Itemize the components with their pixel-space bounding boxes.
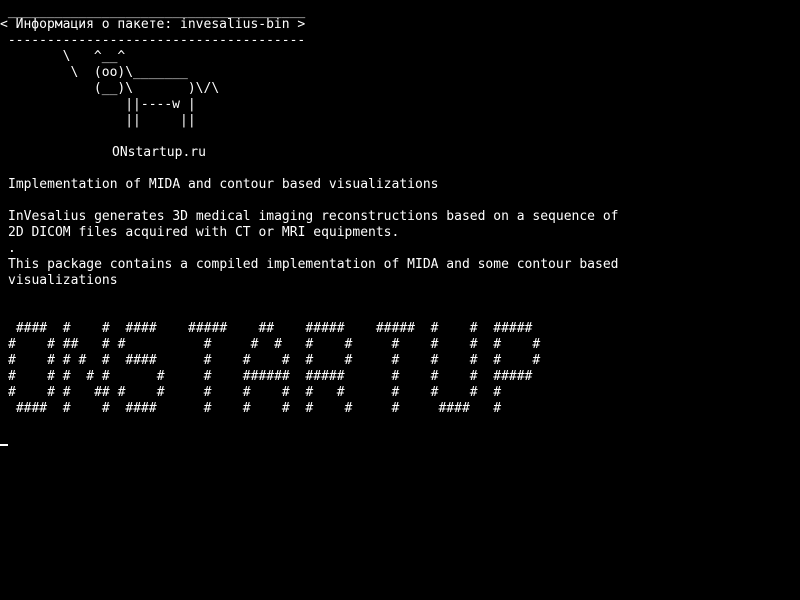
banner-line: # # # # # # # ###### ##### # # # ##### xyxy=(8,369,533,384)
cowsay-title: < Информация о пакете: invesalius-bin > xyxy=(0,17,306,32)
cow-line: \ (oo)\_______ xyxy=(0,65,188,80)
description-line: 2D DICOM files acquired with CT or MRI e… xyxy=(8,225,400,240)
banner-line: # # # # # #### # # # # # # # # # # xyxy=(8,353,541,368)
banner-line: #### # # #### # # # # # # #### # xyxy=(8,401,502,416)
cow-line: \ ^__^ xyxy=(0,49,126,64)
cow-line: ||----w | xyxy=(0,97,196,112)
package-summary: Implementation of MIDA and contour based… xyxy=(8,177,439,192)
banner-line: #### # # #### ##### ## ##### ##### # # #… xyxy=(8,321,533,336)
terminal-screen[interactable]: ______________________________________ <… xyxy=(0,0,800,600)
description-line: visualizations xyxy=(8,273,118,288)
banner-line: # # ## # # # # # # # # # # # # xyxy=(8,337,541,352)
cursor-icon xyxy=(0,444,8,446)
cow-line: (__)\ )\/\ xyxy=(0,81,220,96)
cowsay-bottom-border: -------------------------------------- xyxy=(0,33,306,48)
site-label: ONstartup.ru xyxy=(112,145,206,160)
description-line: . xyxy=(8,241,16,256)
banner-line: # # # ## # # # # # # # # # # # xyxy=(8,385,502,400)
description-line: This package contains a compiled impleme… xyxy=(8,257,619,272)
cow-line: || || xyxy=(0,113,196,128)
description-line: InVesalius generates 3D medical imaging … xyxy=(8,209,619,224)
